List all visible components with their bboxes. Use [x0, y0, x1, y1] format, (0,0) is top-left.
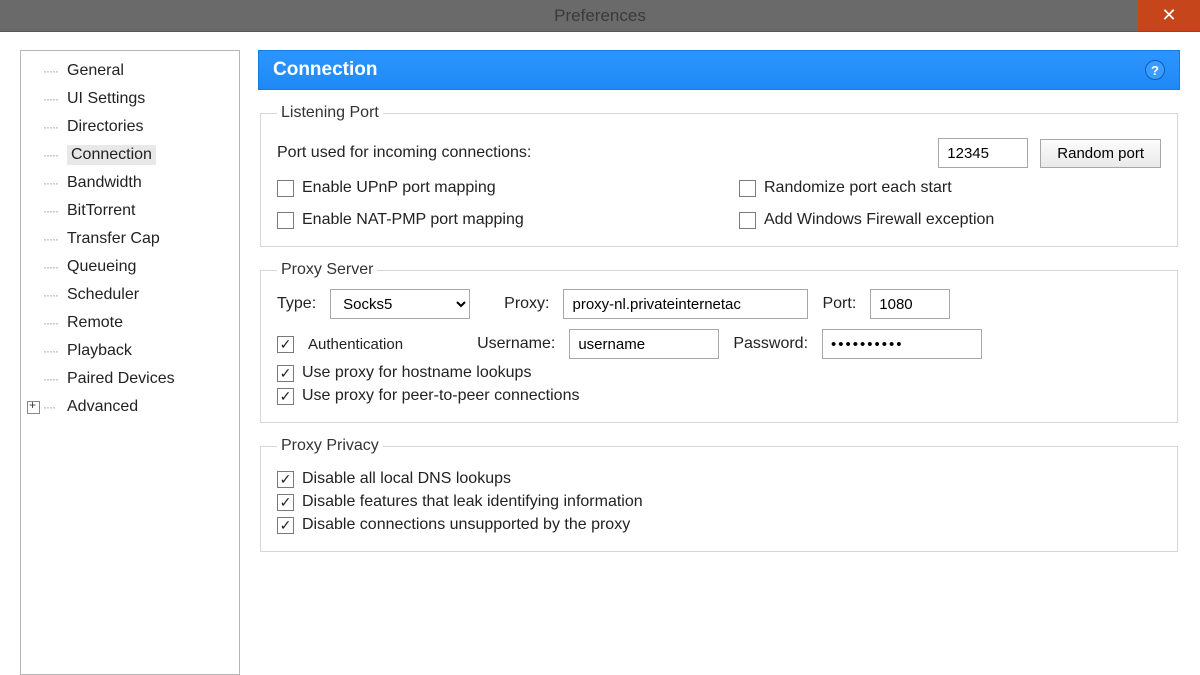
incoming-port-input[interactable]	[938, 138, 1028, 168]
tree-dots-icon: ····	[43, 400, 63, 414]
randomize-label: Randomize port each start	[764, 179, 952, 197]
proxy-port-input[interactable]	[870, 289, 950, 319]
proxy-server-legend: Proxy Server	[277, 261, 377, 279]
p2p-proxy-checkbox[interactable]: ✓	[277, 388, 294, 405]
username-label: Username:	[477, 335, 555, 353]
tree-dots-icon: ·····	[43, 232, 63, 246]
main-panel: Connection ? Listening Port Port used fo…	[258, 50, 1180, 675]
password-input[interactable]	[822, 329, 982, 359]
password-label: Password:	[733, 335, 808, 353]
disable-unsupported-label: Disable connections unsupported by the p…	[302, 516, 630, 534]
sidebar-item-bandwidth[interactable]: ·····Bandwidth	[25, 169, 239, 197]
disable-dns-checkbox[interactable]: ✓	[277, 471, 294, 488]
p2p-proxy-label: Use proxy for peer-to-peer connections	[302, 387, 579, 405]
firewall-label: Add Windows Firewall exception	[764, 211, 994, 229]
auth-checkbox[interactable]: ✓	[277, 336, 294, 353]
sidebar-item-playback[interactable]: ·····Playback	[25, 337, 239, 365]
proxy-server-group: Proxy Server Type: Socks5 Proxy: Port: ✓…	[260, 261, 1178, 423]
firewall-checkbox[interactable]	[739, 212, 756, 229]
sidebar-item-scheduler[interactable]: ·····Scheduler	[25, 281, 239, 309]
sidebar-item-directories[interactable]: ·····Directories	[25, 113, 239, 141]
upnp-label: Enable UPnP port mapping	[302, 179, 496, 197]
disable-unsupported-checkbox[interactable]: ✓	[277, 517, 294, 534]
tree-dots-icon: ·····	[43, 92, 63, 106]
port-label: Port used for incoming connections:	[277, 144, 531, 162]
sidebar-item-connection[interactable]: ·····Connection	[25, 141, 239, 169]
disable-leak-label: Disable features that leak identifying i…	[302, 493, 643, 511]
sidebar-item-remote[interactable]: ·····Remote	[25, 309, 239, 337]
natpmp-checkbox[interactable]	[277, 212, 294, 229]
proxy-type-select[interactable]: Socks5	[330, 289, 470, 319]
random-port-button[interactable]: Random port	[1040, 139, 1161, 168]
sidebar-item-transfer-cap[interactable]: ·····Transfer Cap	[25, 225, 239, 253]
titlebar: Preferences ✕	[0, 0, 1200, 31]
tree-dots-icon: ·····	[43, 204, 63, 218]
tree-dots-icon: ·····	[43, 64, 63, 78]
sidebar: ·····General ·····UI Settings ·····Direc…	[20, 50, 240, 675]
tree-dots-icon: ·····	[43, 176, 63, 190]
section-header: Connection ?	[258, 50, 1180, 90]
sidebar-item-queueing[interactable]: ·····Queueing	[25, 253, 239, 281]
listening-port-group: Listening Port Port used for incoming co…	[260, 104, 1178, 247]
close-icon: ✕	[1161, 5, 1176, 26]
natpmp-label: Enable NAT-PMP port mapping	[302, 211, 524, 229]
tree-dots-icon: ·····	[43, 288, 63, 302]
close-button[interactable]: ✕	[1138, 0, 1200, 31]
window-title: Preferences	[554, 6, 646, 26]
proxy-privacy-legend: Proxy Privacy	[277, 437, 383, 455]
tree-dots-icon: ·····	[43, 344, 63, 358]
tree-dots-icon: ·····	[43, 372, 63, 386]
hostname-lookups-checkbox[interactable]: ✓	[277, 365, 294, 382]
upnp-checkbox[interactable]	[277, 180, 294, 197]
tree-dots-icon: ·····	[43, 148, 63, 162]
randomize-checkbox[interactable]	[739, 180, 756, 197]
sidebar-item-ui-settings[interactable]: ·····UI Settings	[25, 85, 239, 113]
proxy-host-label: Proxy:	[504, 295, 549, 313]
sidebar-item-advanced[interactable]: ····Advanced	[25, 393, 239, 421]
proxy-port-label: Port:	[822, 295, 856, 313]
proxy-type-label: Type:	[277, 295, 316, 313]
proxy-host-input[interactable]	[563, 289, 808, 319]
sidebar-item-general[interactable]: ·····General	[25, 57, 239, 85]
disable-leak-checkbox[interactable]: ✓	[277, 494, 294, 511]
section-title: Connection	[273, 59, 378, 81]
username-input[interactable]	[569, 329, 719, 359]
tree-dots-icon: ·····	[43, 120, 63, 134]
tree-dots-icon: ·····	[43, 316, 63, 330]
proxy-privacy-group: Proxy Privacy ✓ Disable all local DNS loo…	[260, 437, 1178, 552]
listening-port-legend: Listening Port	[277, 104, 383, 122]
auth-label: Authentication	[308, 336, 403, 353]
hostname-lookups-label: Use proxy for hostname lookups	[302, 364, 531, 382]
window-body: ·····General ·····UI Settings ·····Direc…	[0, 31, 1200, 675]
sidebar-item-paired-devices[interactable]: ·····Paired Devices	[25, 365, 239, 393]
sidebar-item-bittorrent[interactable]: ·····BitTorrent	[25, 197, 239, 225]
help-icon[interactable]: ?	[1145, 60, 1165, 80]
tree-dots-icon: ·····	[43, 260, 63, 274]
disable-dns-label: Disable all local DNS lookups	[302, 470, 511, 488]
